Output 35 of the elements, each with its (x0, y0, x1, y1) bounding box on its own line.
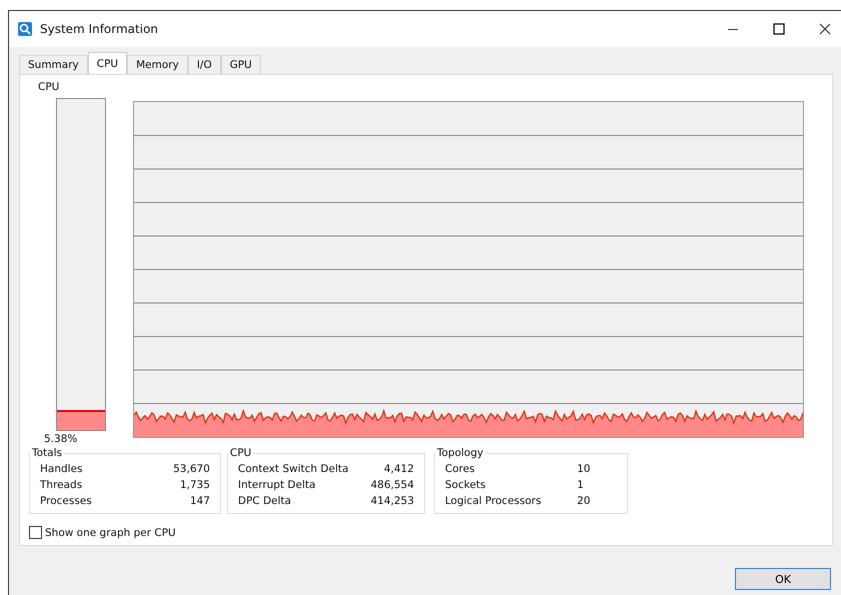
tab[interactable]: GPU (220, 55, 261, 74)
app-icon (18, 22, 32, 36)
stat-value: 1,735 (180, 478, 210, 493)
group-title: Totals (31, 447, 63, 459)
stat-value: 414,253 (370, 494, 414, 509)
ok-button[interactable]: OK (735, 568, 831, 590)
checkbox[interactable] (29, 526, 42, 539)
group-title: Topology (436, 447, 484, 459)
checkbox-label[interactable]: Show one graph per CPU (45, 526, 176, 538)
stat-value: 53,670 (173, 462, 210, 477)
close-icon[interactable] (819, 23, 831, 35)
group-title: CPU (229, 447, 252, 459)
stat-label: Handles (40, 462, 82, 477)
stat-value: 10 (577, 462, 592, 477)
window-title: System Information (40, 22, 158, 36)
stat-value: 1 (577, 478, 585, 493)
tab[interactable]: I/O (188, 55, 221, 74)
tab[interactable]: CPU (88, 52, 128, 74)
stat-value: 20 (577, 494, 592, 509)
stat-label: Cores (445, 462, 475, 477)
tab[interactable]: Memory (127, 55, 188, 74)
stat-label: Threads (40, 478, 82, 493)
meter-label: CPU (38, 81, 60, 93)
maximize-icon[interactable] (773, 23, 785, 35)
cpu-usage-reading: 5.38% (44, 433, 78, 445)
stat-value: 486,554 (370, 478, 414, 493)
stat-label: Logical Processors (445, 494, 542, 509)
stat-label: Sockets (445, 478, 486, 493)
stat-label: Interrupt Delta (238, 478, 316, 493)
stat-value: 147 (190, 494, 210, 509)
tab[interactable]: Summary (19, 55, 88, 74)
stat-label: Processes (40, 494, 92, 509)
stat-label: DPC Delta (238, 494, 292, 509)
stat-label: Context Switch Delta (238, 462, 349, 477)
stat-value: 4,412 (384, 462, 414, 477)
